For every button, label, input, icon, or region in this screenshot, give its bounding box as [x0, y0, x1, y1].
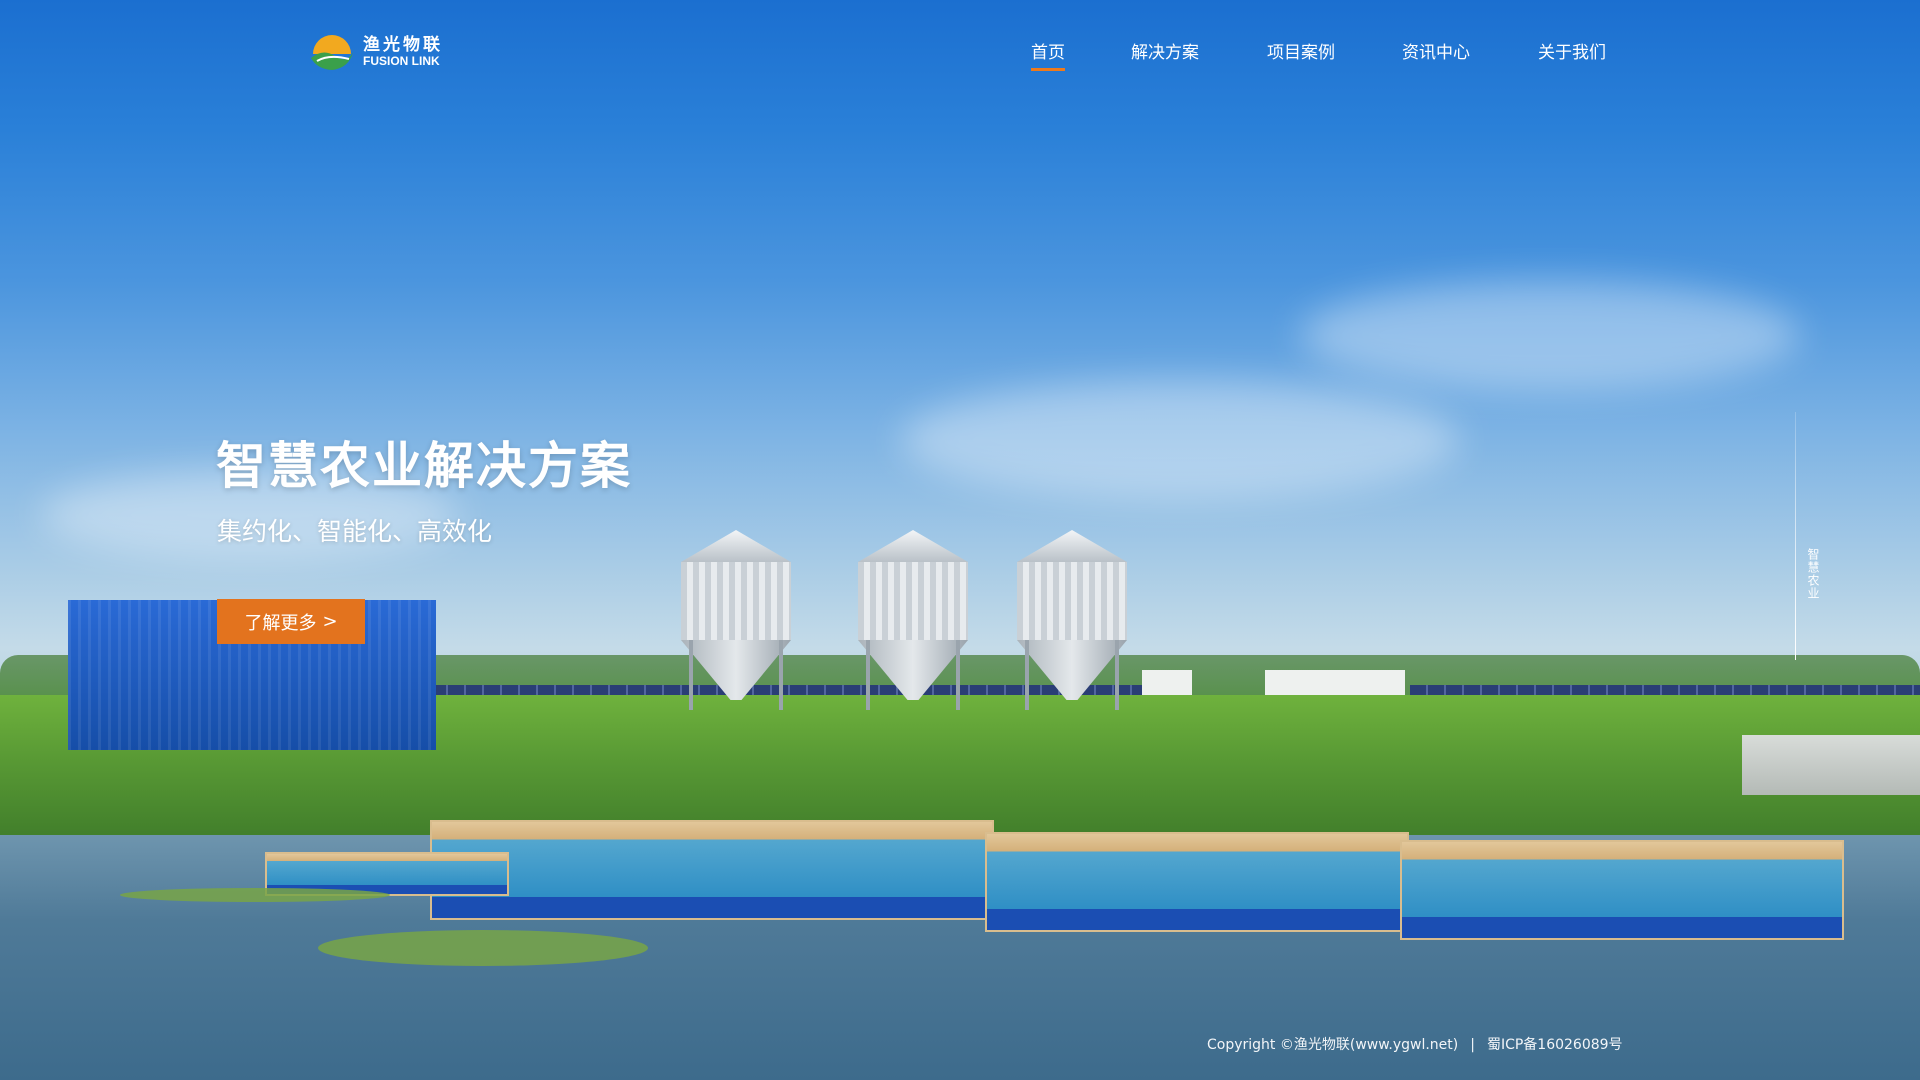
lily-pads	[318, 930, 648, 966]
fish-cage	[985, 832, 1409, 932]
nav-item-cases[interactable]: 项目案例	[1267, 38, 1335, 63]
concrete-tank	[1742, 735, 1920, 795]
fish-cage	[1400, 840, 1844, 940]
silo	[681, 530, 791, 710]
silo	[858, 530, 968, 710]
copyright-text: Copyright ©渔光物联(www.ygwl.net)	[1207, 1037, 1459, 1053]
footer-separator: |	[1470, 1037, 1475, 1053]
nav-item-about[interactable]: 关于我们	[1538, 38, 1606, 63]
logo-name-cn: 渔光物联	[363, 35, 443, 55]
learn-more-button[interactable]: 了解更多 >	[217, 599, 365, 644]
nav-item-solutions[interactable]: 解决方案	[1131, 38, 1199, 63]
chevron-right-icon: >	[322, 611, 338, 632]
hero-subtitle: 集约化、智能化、高效化	[217, 517, 493, 546]
lily-pads	[120, 888, 390, 902]
footer: Copyright ©渔光物联(www.ygwl.net) | 蜀ICP备16026…	[1207, 1034, 1623, 1054]
logo-mark-icon	[311, 35, 353, 70]
fish-cage	[430, 820, 994, 920]
hero-banner: 渔光物联 FUSION LINK 首页 解决方案 项目案例 资讯中心 关于我们 …	[0, 0, 1920, 1080]
learn-more-label: 了解更多	[244, 612, 317, 634]
logo-name-en: FUSION LINK	[363, 54, 440, 68]
cloud	[900, 380, 1460, 500]
slide-indicator-label[interactable]: 智慧农业	[1805, 548, 1822, 600]
icp-link[interactable]: 蜀ICP备16026089号	[1487, 1037, 1623, 1053]
site-logo[interactable]: 渔光物联 FUSION LINK	[309, 28, 454, 73]
cloud	[1300, 280, 1800, 390]
nav-item-home[interactable]: 首页	[1031, 38, 1065, 71]
hero-title: 智慧农业解决方案	[216, 437, 632, 495]
slide-indicator-line	[1795, 412, 1796, 660]
nav-item-news[interactable]: 资讯中心	[1402, 38, 1470, 63]
silo	[1017, 530, 1127, 710]
